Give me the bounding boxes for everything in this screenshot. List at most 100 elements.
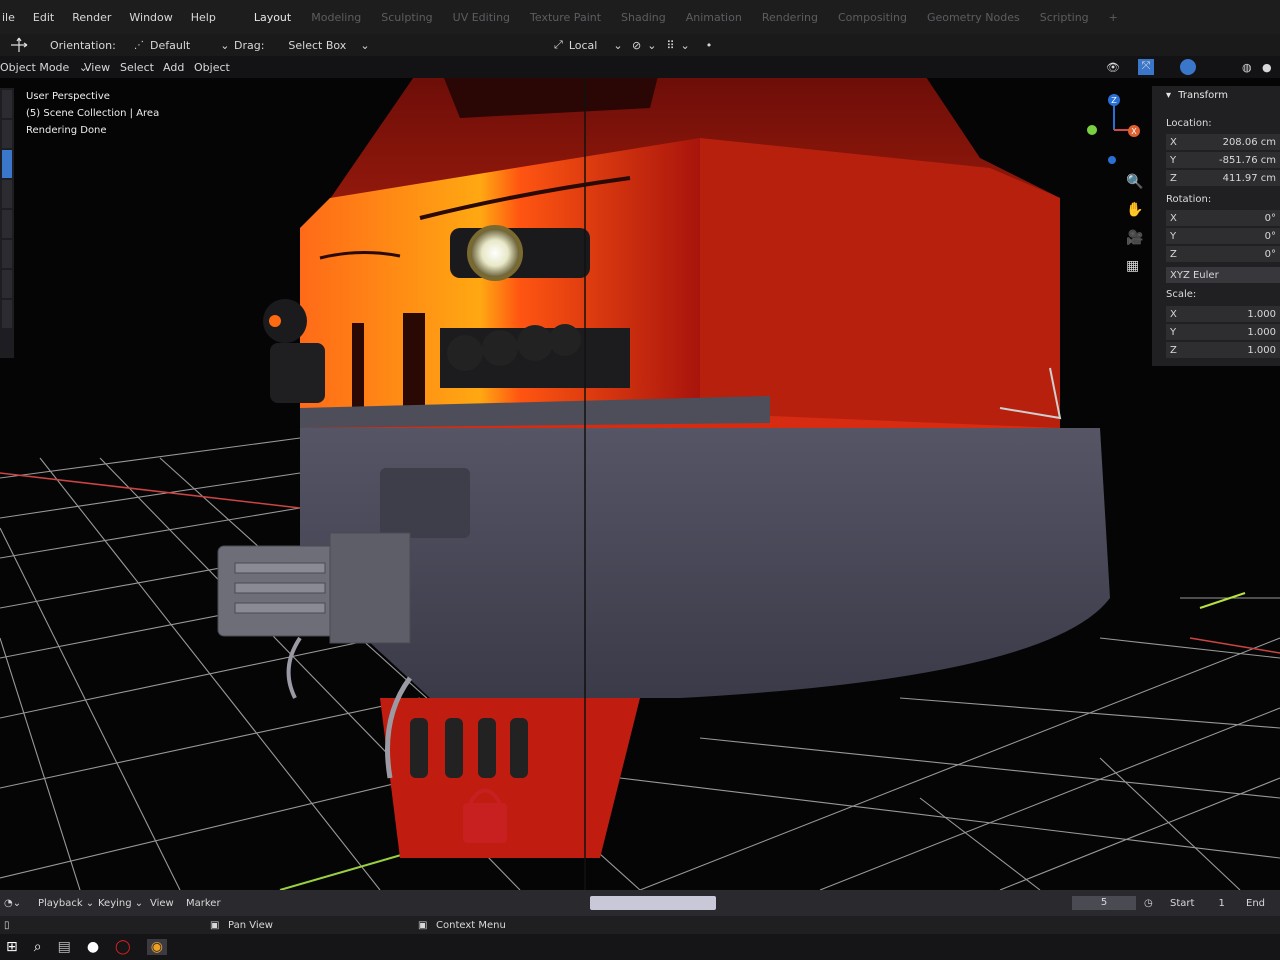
move-tool-button[interactable]: [2, 150, 12, 178]
location-y-field[interactable]: Y -851.76 cm: [1166, 152, 1280, 168]
menu-render[interactable]: Render: [72, 11, 111, 24]
cursor-tool-button[interactable]: [2, 120, 12, 148]
context-menu-hint: Context Menu: [436, 919, 506, 931]
start-frame-field[interactable]: Start 1: [1170, 898, 1225, 909]
orientation-dropdown[interactable]: ⋰ Default ⌄: [134, 39, 229, 52]
field-value: -851.76 cm: [1218, 154, 1276, 166]
neg-z-axis-handle[interactable]: [1108, 156, 1116, 164]
wireframe-shading-icon[interactable]: ◍: [1242, 61, 1252, 74]
rotation-mode-value: XYZ Euler: [1170, 269, 1219, 281]
main-menu: ile Edit Render Window Help: [0, 11, 216, 24]
menu-marker[interactable]: Marker: [186, 898, 221, 909]
axis-label: X: [1170, 308, 1177, 320]
visibility-icon[interactable]: 👁: [1106, 61, 1120, 74]
transform-section-header[interactable]: ▾ Transform: [1166, 90, 1228, 101]
clock-icon[interactable]: ◷: [1144, 898, 1153, 909]
orientation-control[interactable]: Orientation:: [8, 37, 116, 53]
annotate-tool-button[interactable]: [2, 270, 12, 298]
grid-ortho-icon[interactable]: ▦: [1126, 258, 1139, 274]
axis-label: Z: [1170, 248, 1177, 260]
scale-y-field[interactable]: Y 1.000: [1166, 324, 1280, 340]
transform-tool-button[interactable]: [2, 240, 12, 268]
chevron-down-icon: ⌄: [613, 38, 623, 52]
orientation-value: Default: [150, 38, 191, 52]
mode-value: Object Mode: [0, 60, 70, 74]
rotation-x-field[interactable]: X 0°: [1166, 210, 1280, 226]
menu-playback[interactable]: Playback ⌄: [38, 898, 94, 909]
menu-file[interactable]: ile: [2, 11, 15, 24]
hand-pan-icon[interactable]: ✋: [1126, 202, 1143, 218]
drag-control[interactable]: Drag: Select Box ⌄: [234, 39, 370, 52]
tab-texture-paint[interactable]: Texture Paint: [530, 11, 601, 24]
end-frame-field[interactable]: End: [1246, 898, 1265, 909]
scale-x-field[interactable]: X 1.000: [1166, 306, 1280, 322]
rotation-mode-dropdown[interactable]: XYZ Euler: [1166, 267, 1280, 283]
pivot-icon: ⋰: [134, 39, 144, 51]
tab-layout[interactable]: Layout: [254, 11, 291, 24]
editor-type-icon[interactable]: ◔⌄: [4, 898, 21, 909]
menu-view[interactable]: View: [84, 61, 110, 74]
menu-keying[interactable]: Keying ⌄: [98, 898, 143, 909]
menu-object[interactable]: Object: [194, 61, 230, 74]
camera-icon[interactable]: 🎥: [1126, 230, 1143, 246]
chevron-down-icon: ⌄: [680, 38, 690, 52]
tab-uv-editing[interactable]: UV Editing: [453, 11, 510, 24]
tab-modeling[interactable]: Modeling: [311, 11, 361, 24]
rotation-y-field[interactable]: Y 0°: [1166, 228, 1280, 244]
link-icon: ⊘: [632, 38, 642, 52]
search-icon[interactable]: ⌕: [34, 939, 42, 955]
current-frame-field[interactable]: 5: [1072, 896, 1136, 910]
rotation-z-field[interactable]: Z 0°: [1166, 246, 1280, 262]
field-value: 0°: [1264, 248, 1276, 260]
windows-start-icon[interactable]: ⊞: [6, 939, 18, 955]
axis-label: Z: [1170, 344, 1177, 356]
tab-shading[interactable]: Shading: [621, 11, 666, 24]
overlay-toggle-icon[interactable]: [1180, 59, 1196, 75]
transform-space-dropdown[interactable]: ⤢ Local ⌄: [554, 38, 623, 52]
tab-compositing[interactable]: Compositing: [838, 11, 907, 24]
viewport-header: Object Mode ⌄ View Select Add Object 👁 ⤧…: [0, 56, 1280, 78]
top-bar: ile Edit Render Window Help Layout Model…: [0, 0, 1280, 34]
opera-browser-icon[interactable]: ◯: [115, 939, 131, 955]
menu-edit[interactable]: Edit: [33, 11, 54, 24]
tab-animation[interactable]: Animation: [686, 11, 742, 24]
file-explorer-icon[interactable]: ▤: [58, 939, 71, 955]
zoom-icon[interactable]: 🔍: [1126, 174, 1143, 190]
y-axis-handle[interactable]: [1087, 125, 1097, 135]
playback-controls[interactable]: [590, 896, 716, 910]
tab-geometry-nodes[interactable]: Geometry Nodes: [927, 11, 1020, 24]
field-value: 1.000: [1247, 308, 1276, 320]
select-tool-button[interactable]: [2, 90, 12, 118]
location-x-field[interactable]: X 208.06 cm: [1166, 134, 1280, 150]
menu-add[interactable]: Add: [163, 61, 184, 74]
gizmo-toggle-icon[interactable]: ⤧: [1138, 59, 1154, 75]
add-workspace-button[interactable]: +: [1109, 11, 1118, 24]
blender-app-icon[interactable]: ◉: [146, 939, 167, 955]
workspace-tabs: Layout Modeling Sculpting UV Editing Tex…: [254, 11, 1118, 24]
measure-tool-button[interactable]: [2, 300, 12, 328]
menu-timeline-view[interactable]: View: [150, 898, 174, 909]
viewport-info: User Perspective (5) Scene Collection | …: [26, 88, 159, 139]
mode-dropdown[interactable]: Object Mode ⌄: [0, 61, 88, 74]
solid-shading-icon[interactable]: ●: [1262, 61, 1272, 74]
app-white-circle-icon[interactable]: ●: [87, 939, 99, 955]
scale-z-field[interactable]: Z 1.000: [1166, 342, 1280, 358]
tab-scripting[interactable]: Scripting: [1040, 11, 1089, 24]
field-value: 1.000: [1247, 326, 1276, 338]
menu-select[interactable]: Select: [120, 61, 154, 74]
tab-sculpting[interactable]: Sculpting: [381, 11, 432, 24]
navigation-gizmo[interactable]: Z X 🔍 ✋ 🎥 ▦: [1080, 90, 1152, 280]
scale-tool-button[interactable]: [2, 210, 12, 238]
transform-space-icon: ⤢: [554, 38, 563, 51]
menu-window[interactable]: Window: [129, 11, 172, 24]
location-z-field[interactable]: Z 411.97 cm: [1166, 170, 1280, 186]
field-value: 411.97 cm: [1222, 172, 1276, 184]
menu-help[interactable]: Help: [191, 11, 216, 24]
chevron-down-icon: ⌄: [360, 38, 370, 52]
rotate-tool-button[interactable]: [2, 180, 12, 208]
snap-pivot-controls[interactable]: ⊘ ⌄ ⠿ ⌄ •: [632, 39, 712, 52]
tab-rendering[interactable]: Rendering: [762, 11, 818, 24]
snap-icon: ⠿: [666, 38, 675, 52]
drag-label: Drag:: [234, 38, 265, 52]
collection-name: (5) Scene Collection | Area: [26, 108, 160, 119]
